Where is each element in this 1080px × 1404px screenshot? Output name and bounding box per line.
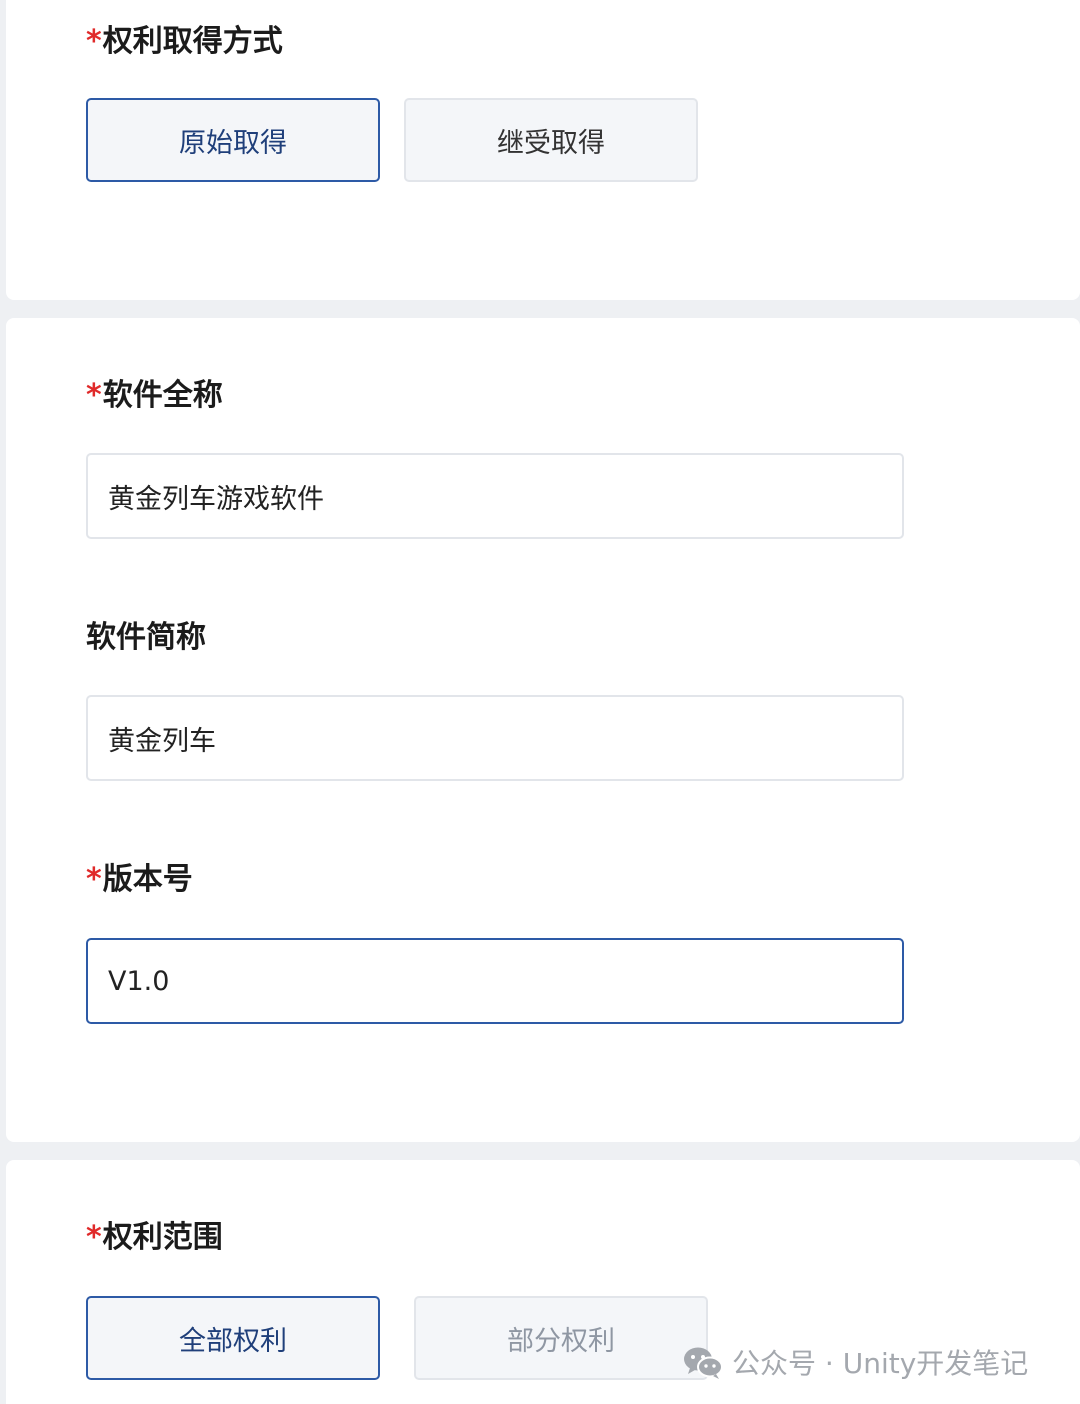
required-mark: * [86,24,102,59]
watermark: 公众号 · Unity开发笔记 [682,1338,1028,1386]
required-mark: * [86,378,102,413]
watermark-text: 公众号 · Unity开发笔记 [732,1347,1029,1380]
required-mark: * [86,1220,102,1255]
form-page: *权利取得方式 原始取得 继受取得 *软件全称 黄金列车游戏软件 软件简称 黄金… [0,0,1080,1404]
option-inherited-acquisition[interactable]: 继受取得 [404,98,698,182]
version-label: *版本号 [86,862,193,897]
rights-acquisition-card: *权利取得方式 原始取得 继受取得 [6,0,1080,300]
option-original-acquisition[interactable]: 原始取得 [86,98,380,182]
software-info-card: *软件全称 黄金列车游戏软件 软件简称 黄金列车 *版本号 V1.0 [6,318,1080,1142]
option-partial-rights[interactable]: 部分权利 [414,1296,708,1380]
software-full-name-input[interactable]: 黄金列车游戏软件 [86,453,904,539]
software-short-name-input[interactable]: 黄金列车 [86,695,904,781]
required-mark: * [86,862,102,897]
option-all-rights[interactable]: 全部权利 [86,1296,380,1380]
software-short-name-label: 软件简称 [86,620,206,655]
software-full-name-label: *软件全称 [86,378,223,413]
rights-acquisition-label: *权利取得方式 [86,24,283,59]
version-input[interactable]: V1.0 [86,938,904,1024]
rights-scope-label: *权利范围 [86,1220,223,1255]
wechat-icon [684,1347,723,1379]
